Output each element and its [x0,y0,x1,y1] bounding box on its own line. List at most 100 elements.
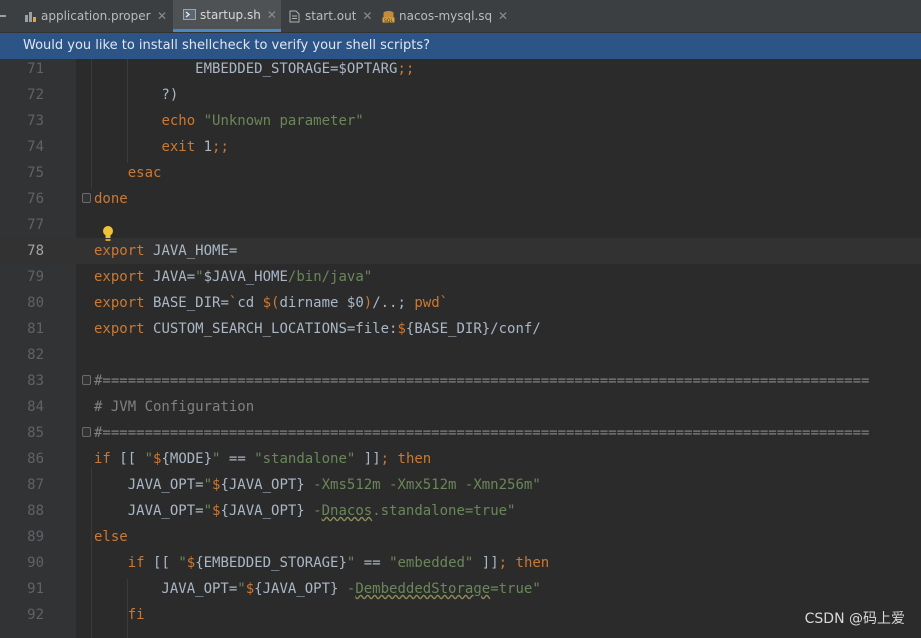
line-number: 88 [27,503,44,519]
code-token: JAVA_OPT= [94,503,204,519]
code-text: if [[ "${MODE}" == "standalone" ]]; then [94,446,431,472]
code-line[interactable]: 74 exit 1;; [0,134,921,160]
line-number: 71 [27,61,44,77]
svg-text:SQL: SQL [384,17,393,22]
code-token: "standalone" [254,451,356,467]
code-editor[interactable]: 71 EMBEDDED_STORAGE=$OPTARG;; 72 ?) 73 ech… [0,59,921,638]
code-token: {JAVA_OPT} [254,581,347,597]
code-line[interactable]: 84 # JVM Configuration [0,394,921,420]
code-line[interactable]: 88 JAVA_OPT="${JAVA_OPT} -Dnacos.standal… [0,498,921,524]
code-line[interactable]: 75 esac [0,160,921,186]
code-text: if [[ "${EMBEDDED_STORAGE}" == "embedded… [94,550,550,576]
code-token: $( [262,295,280,311]
code-token: " [203,477,213,493]
close-icon[interactable]: ✕ [362,9,372,23]
line-number: 82 [27,347,44,363]
indent-guide [127,579,128,638]
code-token: BASE_DIR= [153,295,229,311]
code-token: export [94,295,154,311]
code-token: JAVA_OPT= [94,581,238,597]
code-line[interactable]: 92 fi [0,602,921,628]
close-icon[interactable]: ✕ [498,9,508,23]
indent-guide [91,59,92,189]
code-token: $ [186,555,196,571]
code-text: EMBEDDED_STORAGE=$OPTARG;; [94,59,414,82]
line-number: 75 [27,165,44,181]
shellcheck-notification-banner[interactable]: Would you like to install shellcheck to … [0,33,921,59]
fold-marker-icon[interactable] [82,427,91,437]
tab-startup-sh[interactable]: startup.sh ✕ [173,0,281,32]
code-text: ?) [94,82,178,108]
code-line[interactable]: 87 JAVA_OPT="${JAVA_OPT} -Xms512m -Xmx51… [0,472,921,498]
code-token: /..; [372,295,415,311]
line-number: 76 [27,191,44,207]
code-token: {MODE} [161,451,213,467]
code-token: exit [161,139,204,155]
tab-label: application.properties [41,9,151,23]
code-token: DembeddedStorage [355,581,491,597]
code-line[interactable]: 79 export JAVA="$JAVA_HOME/bin/java" [0,264,921,290]
line-number: 80 [27,295,44,311]
code-line[interactable]: 76 done [0,186,921,212]
code-line[interactable]: 77 [0,212,921,238]
code-token: else [94,529,128,545]
code-token: " [195,269,204,285]
code-text: esac [94,160,162,186]
fold-marker-icon[interactable] [82,375,91,385]
code-token: export [94,243,154,259]
code-text: fi [94,602,145,628]
code-line[interactable]: 72 ?) [0,82,921,108]
code-token: -Xms512m -Xmx512m -Xmn256m" [313,477,541,493]
code-text: echo "Unknown parameter" [94,108,363,134]
banner-text: Would you like to install shellcheck to … [23,38,431,53]
code-line[interactable]: 85 #=====================================… [0,420,921,446]
code-line[interactable]: 78 export JAVA_HOME= [0,238,921,264]
code-text: exit 1;; [94,134,228,160]
tab-nacos-mysql-sql[interactable]: SQL nacos-mysql.sql ✕ [378,0,508,32]
code-token: {BASE_DIR}/conf/ [405,321,541,337]
code-line[interactable]: 71 EMBEDDED_STORAGE=$OPTARG;; [0,59,921,82]
line-number: 72 [27,87,44,103]
code-line[interactable]: 91 JAVA_OPT="${JAVA_OPT} -DembeddedStora… [0,576,921,602]
line-number: 74 [27,139,44,155]
code-line[interactable]: 90 if [[ "${EMBEDDED_STORAGE}" == "embed… [0,550,921,576]
line-number: 78 [27,243,44,259]
tab-application-properties[interactable]: application.properties ✕ [20,0,170,32]
properties-file-icon [24,10,37,23]
code-line[interactable]: 81 export CUSTOM_SEARCH_LOCATIONS=file:${… [0,316,921,342]
code-token: #=======================================… [94,373,870,389]
code-text: done [94,186,128,212]
code-token: fi [127,607,145,623]
line-number: 92 [27,607,44,623]
code-token: pwd` [414,295,449,311]
line-number: 81 [27,321,44,337]
code-text: JAVA_OPT="${JAVA_OPT} -DembeddedStorage=… [94,576,540,602]
tab-start-out[interactable]: start.out ✕ [284,0,376,32]
lightbulb-intention-icon[interactable] [101,225,115,243]
code-line[interactable]: 82 [0,342,921,368]
code-token: /bin/java" [287,269,373,285]
fold-marker-icon[interactable] [82,193,91,203]
close-icon[interactable]: ✕ [157,9,167,23]
code-token: Dnacos [321,503,373,519]
code-line[interactable]: 89 else [0,524,921,550]
code-token: == [355,555,390,571]
code-line[interactable]: 73 echo "Unknown parameter" [0,108,921,134]
code-line[interactable]: 86 if [[ "${MODE}" == "standalone" ]]; th… [0,446,921,472]
close-icon[interactable]: ✕ [267,8,277,22]
code-token: ; then [498,555,550,571]
code-line[interactable]: 80 export BASE_DIR=`cd $(dirname $0)/..; … [0,290,921,316]
code-token: ?) [94,87,179,103]
editor-tab-bar: application.properties ✕ startup.sh ✕ st… [0,0,921,33]
code-token: "embedded" [389,555,474,571]
code-token: [[ [119,451,145,467]
code-token: #=======================================… [94,425,870,441]
code-token: ]] [473,555,499,571]
shell-script-icon [183,8,196,21]
text-file-icon [288,10,301,23]
code-token: if [127,555,154,571]
code-line[interactable]: 83 #=====================================… [0,368,921,394]
line-number: 85 [27,425,44,441]
code-token: CUSTOM_SEARCH_LOCATIONS=file: [153,321,398,337]
